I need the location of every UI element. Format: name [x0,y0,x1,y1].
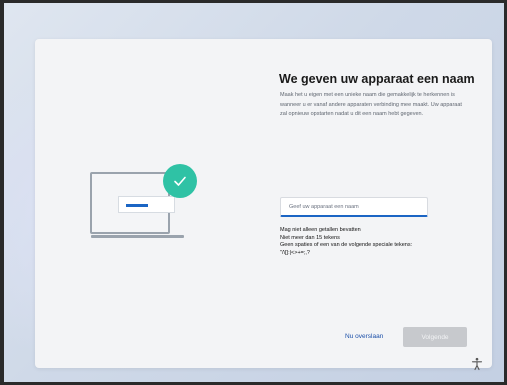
rule-item: Mag niet alleen getallen bevatten [280,227,361,233]
page-title: We geven uw apparaat een naam [279,72,475,86]
oobe-screen: We geven uw apparaat een naam Maak het u… [4,3,504,382]
page-description: Maak het u eigen met een unieke naam die… [280,92,462,117]
laptop-name-line [126,204,148,207]
setup-card: We geven uw apparaat een naam Maak het u… [35,39,492,368]
laptop-name-bar [118,196,175,213]
laptop-base [91,235,184,238]
accessibility-icon[interactable] [470,357,484,371]
skip-button[interactable]: Nu overslaan [345,333,383,340]
next-button[interactable]: Volgende [403,327,467,347]
rule-item: Niet meer dan 15 tekens [280,234,340,241]
rule-item: Geen spaties of een van de volgende spec… [280,242,413,248]
device-name-input[interactable] [280,197,428,217]
rule-item: "/\[]:|<>+=;,? [280,249,310,256]
checkmark-icon [163,164,197,198]
name-rules: Mag niet alleen getallen bevatten Niet m… [280,227,480,257]
